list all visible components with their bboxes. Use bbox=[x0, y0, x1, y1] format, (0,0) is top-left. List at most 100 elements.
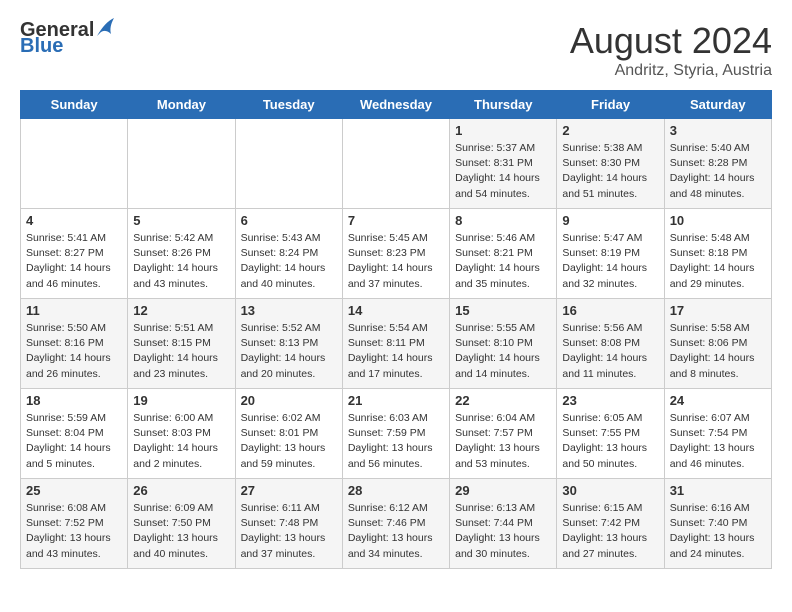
table-row: 6Sunrise: 5:43 AMSunset: 8:24 PMDaylight… bbox=[235, 209, 342, 299]
table-row bbox=[128, 119, 235, 209]
day-number: 9 bbox=[562, 213, 658, 228]
cell-info: Sunrise: 5:41 AMSunset: 8:27 PMDaylight:… bbox=[26, 231, 122, 292]
day-number: 29 bbox=[455, 483, 551, 498]
table-row: 17 Sunrise: 5:58 AMSunset: 8:06 PMDayligh… bbox=[664, 299, 771, 389]
cell-info: Sunrise: 5:43 AMSunset: 8:24 PMDaylight:… bbox=[241, 231, 337, 292]
table-row: 28 Sunrise: 6:12 AMSunset: 7:46 PMDayligh… bbox=[342, 479, 449, 569]
day-number: 21 bbox=[348, 393, 444, 408]
header-wednesday: Wednesday bbox=[342, 91, 449, 119]
table-row: 18 Sunrise: 5:59 AMSunset: 8:04 PMDayligh… bbox=[21, 389, 128, 479]
cell-info: Sunrise: 6:04 AMSunset: 7:57 PMDaylight:… bbox=[455, 411, 551, 472]
month-year-heading: August 2024 bbox=[570, 20, 772, 62]
table-row: 16Sunrise: 5:56 AMSunset: 8:08 PMDayligh… bbox=[557, 299, 664, 389]
cell-info: Sunrise: 6:16 AMSunset: 7:40 PMDaylight:… bbox=[670, 501, 766, 562]
day-number: 30 bbox=[562, 483, 658, 498]
cell-info: Sunrise: 6:05 AMSunset: 7:55 PMDaylight:… bbox=[562, 411, 658, 472]
table-row: 21 Sunrise: 6:03 AMSunset: 7:59 PMDayligh… bbox=[342, 389, 449, 479]
cell-info: Sunrise: 5:59 AMSunset: 8:04 PMDaylight:… bbox=[26, 411, 122, 472]
cell-info: Sunrise: 6:15 AMSunset: 7:42 PMDaylight:… bbox=[562, 501, 658, 562]
header-friday: Friday bbox=[557, 91, 664, 119]
calendar-week-row: 18 Sunrise: 5:59 AMSunset: 8:04 PMDayligh… bbox=[21, 389, 772, 479]
day-number: 13 bbox=[241, 303, 337, 318]
cell-info: Sunrise: 6:09 AMSunset: 7:50 PMDaylight:… bbox=[133, 501, 229, 562]
table-row: 19 Sunrise: 6:00 AMSunset: 8:03 PMDayligh… bbox=[128, 389, 235, 479]
cell-info: Sunrise: 6:00 AMSunset: 8:03 PMDaylight:… bbox=[133, 411, 229, 472]
cell-info: Sunrise: 6:03 AMSunset: 7:59 PMDaylight:… bbox=[348, 411, 444, 472]
table-row: 8Sunrise: 5:46 AMSunset: 8:21 PMDaylight… bbox=[450, 209, 557, 299]
table-row: 20Sunrise: 6:02 AMSunset: 8:01 PMDayligh… bbox=[235, 389, 342, 479]
logo-blue-text: Blue bbox=[20, 36, 116, 56]
table-row: 1Sunrise: 5:37 AMSunset: 8:31 PMDaylight… bbox=[450, 119, 557, 209]
table-row: 9 Sunrise: 5:47 AMSunset: 8:19 PMDaylight… bbox=[557, 209, 664, 299]
table-row: 30 Sunrise: 6:15 AMSunset: 7:42 PMDayligh… bbox=[557, 479, 664, 569]
header-sunday: Sunday bbox=[21, 91, 128, 119]
day-number: 8 bbox=[455, 213, 551, 228]
cell-info: Sunrise: 5:38 AMSunset: 8:30 PMDaylight:… bbox=[562, 141, 658, 202]
table-row bbox=[21, 119, 128, 209]
cell-info: Sunrise: 6:11 AMSunset: 7:48 PMDaylight:… bbox=[241, 501, 337, 562]
day-number: 19 bbox=[133, 393, 229, 408]
table-row: 14Sunrise: 5:54 AMSunset: 8:11 PMDayligh… bbox=[342, 299, 449, 389]
table-row: 3 Sunrise: 5:40 AMSunset: 8:28 PMDaylight… bbox=[664, 119, 771, 209]
table-row: 4 Sunrise: 5:41 AMSunset: 8:27 PMDaylight… bbox=[21, 209, 128, 299]
header-thursday: Thursday bbox=[450, 91, 557, 119]
table-row: 2 Sunrise: 5:38 AMSunset: 8:30 PMDaylight… bbox=[557, 119, 664, 209]
calendar-week-row: 11 Sunrise: 5:50 AMSunset: 8:16 PMDayligh… bbox=[21, 299, 772, 389]
day-number: 18 bbox=[26, 393, 122, 408]
table-row: 23 Sunrise: 6:05 AMSunset: 7:55 PMDayligh… bbox=[557, 389, 664, 479]
cell-info: Sunrise: 6:07 AMSunset: 7:54 PMDaylight:… bbox=[670, 411, 766, 472]
calendar-week-row: 1Sunrise: 5:37 AMSunset: 8:31 PMDaylight… bbox=[21, 119, 772, 209]
header-tuesday: Tuesday bbox=[235, 91, 342, 119]
day-number: 31 bbox=[670, 483, 766, 498]
day-number: 7 bbox=[348, 213, 444, 228]
day-number: 28 bbox=[348, 483, 444, 498]
day-number: 20 bbox=[241, 393, 337, 408]
cell-info: Sunrise: 5:42 AMSunset: 8:26 PMDaylight:… bbox=[133, 231, 229, 292]
table-row: 12 Sunrise: 5:51 AMSunset: 8:15 PMDayligh… bbox=[128, 299, 235, 389]
table-row bbox=[235, 119, 342, 209]
cell-info: Sunrise: 5:51 AMSunset: 8:15 PMDaylight:… bbox=[133, 321, 229, 382]
calendar-week-row: 25 Sunrise: 6:08 AMSunset: 7:52 PMDayligh… bbox=[21, 479, 772, 569]
calendar-week-row: 4 Sunrise: 5:41 AMSunset: 8:27 PMDaylight… bbox=[21, 209, 772, 299]
table-row bbox=[342, 119, 449, 209]
cell-info: Sunrise: 5:55 AMSunset: 8:10 PMDaylight:… bbox=[455, 321, 551, 382]
cell-info: Sunrise: 5:40 AMSunset: 8:28 PMDaylight:… bbox=[670, 141, 766, 202]
day-number: 22 bbox=[455, 393, 551, 408]
table-row: 7Sunrise: 5:45 AMSunset: 8:23 PMDaylight… bbox=[342, 209, 449, 299]
day-number: 14 bbox=[348, 303, 444, 318]
day-number: 3 bbox=[670, 123, 766, 138]
day-number: 4 bbox=[26, 213, 122, 228]
cell-info: Sunrise: 6:12 AMSunset: 7:46 PMDaylight:… bbox=[348, 501, 444, 562]
table-row: 27 Sunrise: 6:11 AMSunset: 7:48 PMDayligh… bbox=[235, 479, 342, 569]
day-number: 5 bbox=[133, 213, 229, 228]
day-number: 25 bbox=[26, 483, 122, 498]
day-number: 12 bbox=[133, 303, 229, 318]
day-number: 23 bbox=[562, 393, 658, 408]
cell-info: Sunrise: 5:50 AMSunset: 8:16 PMDaylight:… bbox=[26, 321, 122, 382]
cell-info: Sunrise: 5:58 AMSunset: 8:06 PMDaylight:… bbox=[670, 321, 766, 382]
table-row: 13 Sunrise: 5:52 AMSunset: 8:13 PMDayligh… bbox=[235, 299, 342, 389]
cell-info: Sunrise: 5:47 AMSunset: 8:19 PMDaylight:… bbox=[562, 231, 658, 292]
location-heading: Andritz, Styria, Austria bbox=[570, 62, 772, 80]
table-row: 24Sunrise: 6:07 AMSunset: 7:54 PMDayligh… bbox=[664, 389, 771, 479]
table-row: 22 Sunrise: 6:04 AMSunset: 7:57 PMDayligh… bbox=[450, 389, 557, 479]
table-row: 26Sunrise: 6:09 AMSunset: 7:50 PMDayligh… bbox=[128, 479, 235, 569]
table-row: 15Sunrise: 5:55 AMSunset: 8:10 PMDayligh… bbox=[450, 299, 557, 389]
table-row: 31 Sunrise: 6:16 AMSunset: 7:40 PMDayligh… bbox=[664, 479, 771, 569]
day-number: 16 bbox=[562, 303, 658, 318]
table-row: 29 Sunrise: 6:13 AMSunset: 7:44 PMDayligh… bbox=[450, 479, 557, 569]
day-number: 1 bbox=[455, 123, 551, 138]
cell-info: Sunrise: 5:48 AMSunset: 8:18 PMDaylight:… bbox=[670, 231, 766, 292]
day-number: 11 bbox=[26, 303, 122, 318]
header-saturday: Saturday bbox=[664, 91, 771, 119]
cell-info: Sunrise: 6:13 AMSunset: 7:44 PMDaylight:… bbox=[455, 501, 551, 562]
calendar-table: Sunday Monday Tuesday Wednesday Thursday… bbox=[20, 90, 772, 569]
cell-info: Sunrise: 5:52 AMSunset: 8:13 PMDaylight:… bbox=[241, 321, 337, 382]
day-number: 27 bbox=[241, 483, 337, 498]
header-monday: Monday bbox=[128, 91, 235, 119]
day-number: 2 bbox=[562, 123, 658, 138]
cell-info: Sunrise: 6:08 AMSunset: 7:52 PMDaylight:… bbox=[26, 501, 122, 562]
title-block: August 2024 Andritz, Styria, Austria bbox=[570, 20, 772, 80]
day-number: 17 bbox=[670, 303, 766, 318]
day-number: 10 bbox=[670, 213, 766, 228]
